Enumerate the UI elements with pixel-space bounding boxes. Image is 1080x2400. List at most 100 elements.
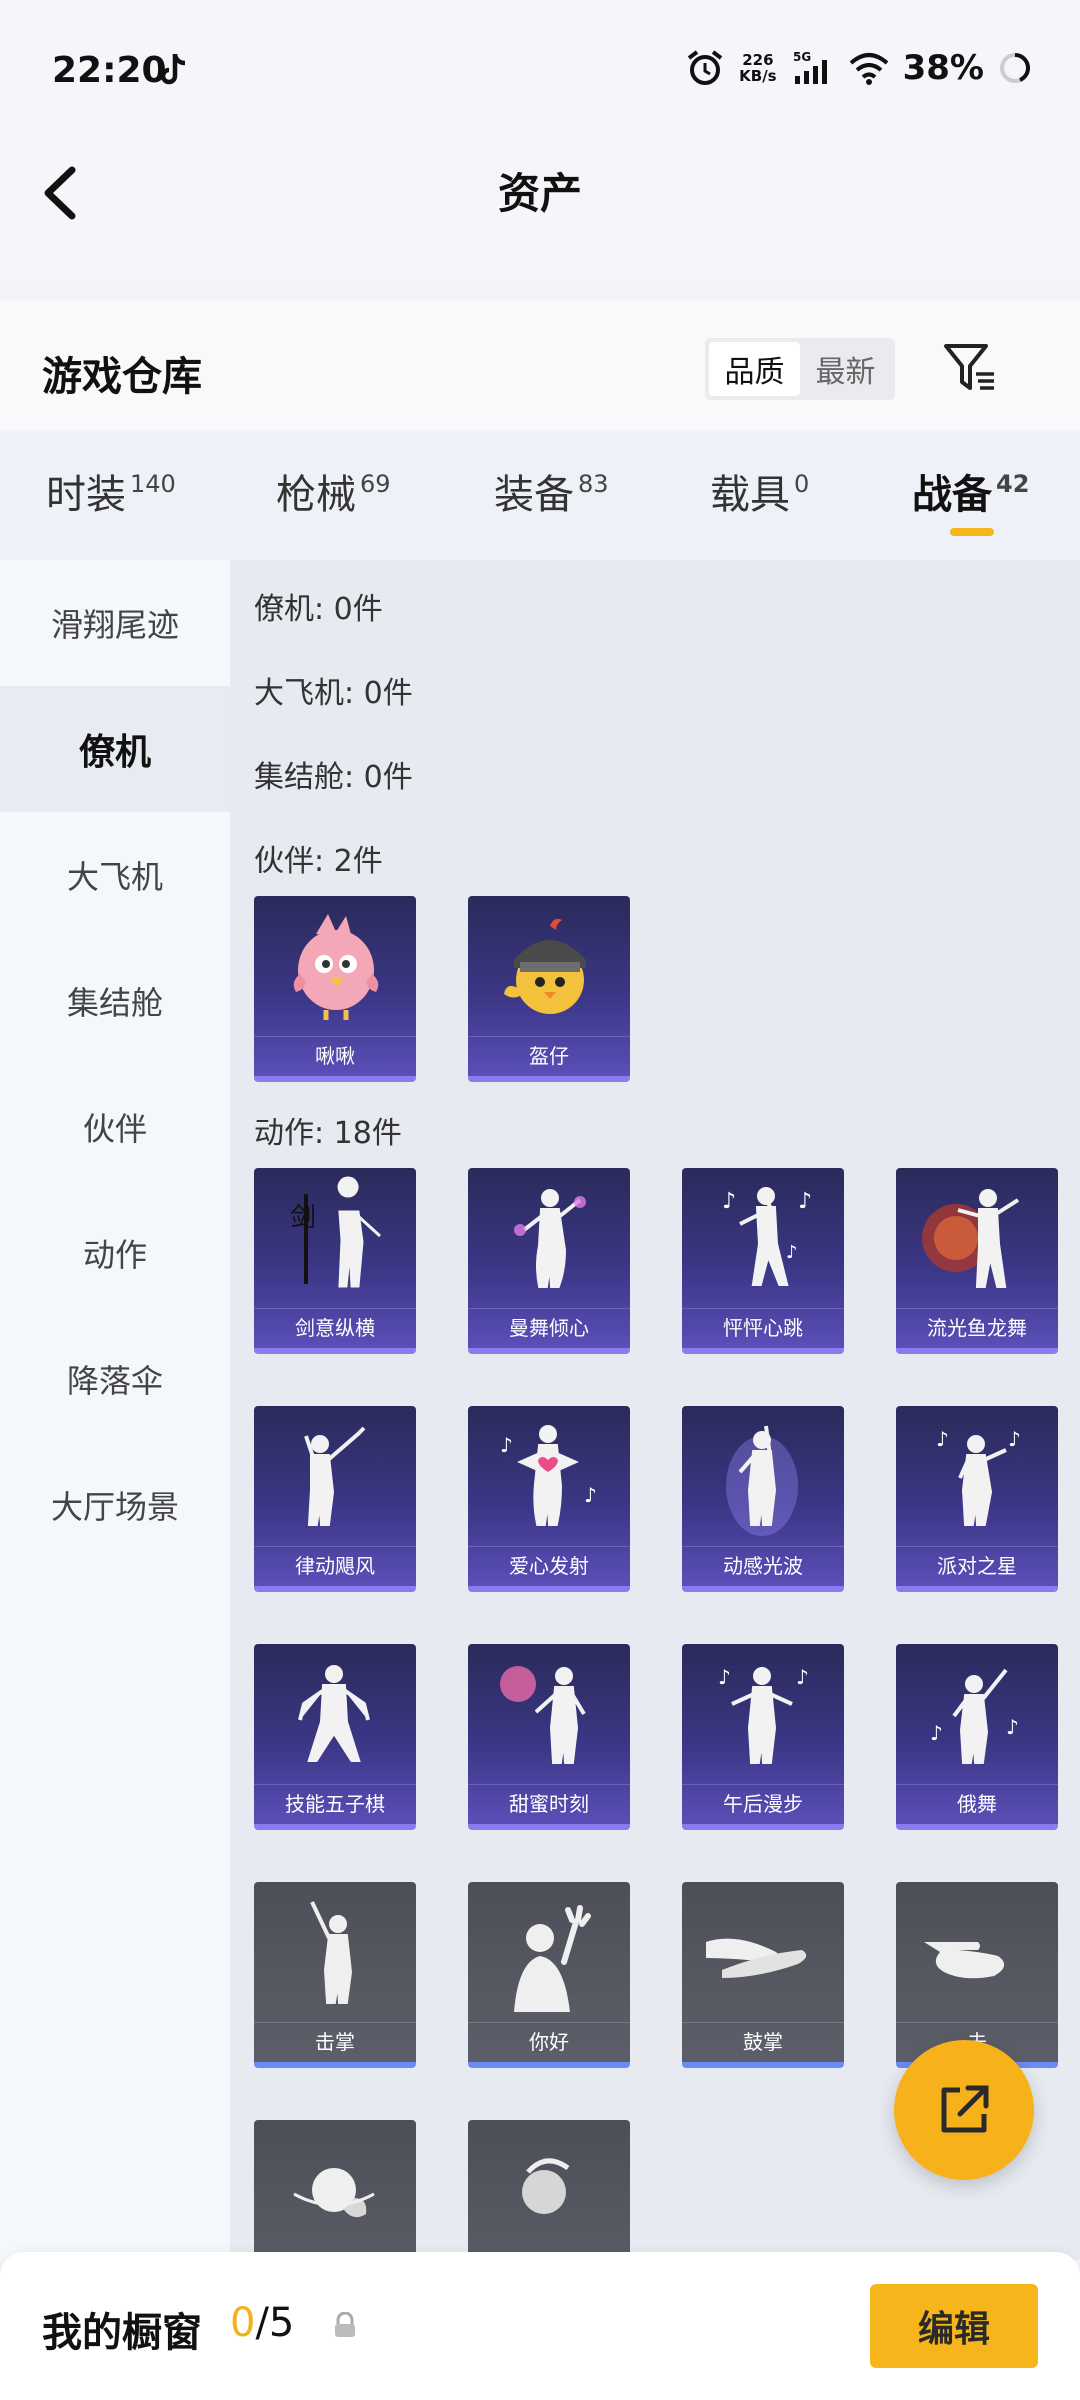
dancer-dragon-icon [922,1189,1020,1288]
emote-card[interactable]: 技能五子棋 [254,1644,416,1830]
active-tab-indicator [950,528,994,536]
emote-card[interactable] [468,2120,630,2260]
showcase-count: 0/5 [230,2300,295,2346]
emote-card[interactable]: 动感光波 [682,1406,844,1592]
svg-text:♪: ♪ [500,1433,513,1457]
emote-label: 派对之星 [896,1546,1058,1582]
sidebar-item-glide-trail[interactable]: 滑翔尾迹 [0,560,230,686]
filter-icon[interactable] [940,338,1000,398]
partner-label: 啾啾 [254,1036,416,1072]
pointing-hand-icon [924,1942,1005,1979]
emote-card[interactable]: 流光鱼龙舞 [896,1168,1058,1354]
section-wingman: 僚机: 0件 [254,592,383,627]
dancer-sway-icon [514,1189,586,1288]
warehouse-title: 游戏仓库 [42,354,202,400]
emote-card[interactable]: ♪ ♪ 派对之星 [896,1406,1058,1592]
wave-hello-icon [514,1905,591,2012]
svg-text:♪: ♪ [930,1721,943,1745]
sidebar: 滑翔尾迹 僚机 大飞机 集结舱 伙伴 动作 降落伞 大厅场景 [0,560,230,2260]
section-partner: 伙伴: 2件 [254,844,383,879]
chick-helmet-icon [504,918,586,1014]
svg-text:♪: ♪ [584,1483,597,1507]
svg-text:♪: ♪ [936,1427,949,1451]
svg-text:♪: ♪ [722,1189,736,1214]
alarm-icon [687,50,723,85]
section-emote: 动作: 18件 [254,1116,402,1151]
emote-label: 怦怦心跳 [682,1308,844,1344]
sidebar-item-emote[interactable]: 动作 [0,1190,230,1316]
external-link-icon [941,2085,989,2133]
sidebar-item-big-plane[interactable]: 大飞机 [0,812,230,938]
dancer-point-up-icon [304,1426,366,1526]
battery-ring-icon [1000,53,1030,83]
dancer-heart-icon: ♪ ♪ [500,1425,597,1526]
tab-fashion[interactable]: 时装 140 [46,462,176,520]
emote-card[interactable]: 你好 [468,1882,630,2068]
sidebar-item-parachute[interactable]: 降落伞 [0,1316,230,1442]
dancer-russian-icon: ♪ ♪ [930,1668,1019,1764]
dancer-sweet-icon [500,1666,586,1764]
svg-text:5G: 5G [793,50,811,64]
sort-quality-button[interactable]: 品质 [709,342,800,396]
partner-card[interactable]: 盔仔 [468,896,630,1082]
emote-card[interactable]: 鼓掌 [682,1882,844,2068]
emote-card[interactable]: ♪ ♪ ♪ 怦怦心跳 [682,1168,844,1354]
emote-card[interactable]: ♪ ♪ 爱心发射 [468,1406,630,1592]
category-tabs: 时装 140 枪械 69 装备 83 载具 0 战备 42 [0,432,1080,560]
partner-card[interactable]: 啾啾 [254,896,416,1082]
item-grid-area: 僚机: 0件 大飞机: 0件 集结舱: 0件 伙伴: 2件 啾啾 盔仔 动作: … [230,560,1080,2260]
sort-newest-button[interactable]: 最新 [800,342,891,396]
sidebar-item-partner[interactable]: 伙伴 [0,1064,230,1190]
network-speed: 226 KB/s [739,51,777,85]
status-time: 22:20 [52,50,167,91]
sort-toggle: 品质 最新 [705,338,895,400]
head-spin-icon [293,2168,375,2218]
header: 资产 [0,140,1080,280]
svg-text:♪: ♪ [718,1665,731,1689]
tab-weapons[interactable]: 枪械 69 [276,462,391,520]
head-turn-icon [522,2158,570,2214]
tab-vehicles[interactable]: 载具 0 [710,462,809,520]
sidebar-item-lobby-scene[interactable]: 大厅场景 [0,1442,230,1568]
tiktok-icon [160,54,186,85]
sidebar-item-rally-pod[interactable]: 集结舱 [0,938,230,1064]
emote-card[interactable]: 甜蜜时刻 [468,1644,630,1830]
tab-war-prep[interactable]: 战备 42 [912,462,1029,520]
share-fab[interactable] [894,2040,1034,2180]
emote-card[interactable] [254,2120,416,2260]
emote-card[interactable]: 剑 剑意纵横 [254,1168,416,1354]
emote-label: 曼舞倾心 [468,1308,630,1344]
warehouse-header: 游戏仓库 品质 最新 [0,300,1080,430]
dancer-sword-icon: 剑 [290,1176,382,1288]
emote-label: 俄舞 [896,1784,1058,1820]
svg-text:♪: ♪ [798,1189,812,1214]
section-rally-pod: 集结舱: 0件 [254,760,413,795]
battery-percent: 38% [902,48,984,88]
emote-label: 甜蜜时刻 [468,1784,630,1820]
emote-card[interactable]: 律动飓风 [254,1406,416,1592]
emote-label: 技能五子棋 [254,1784,416,1820]
emote-card[interactable]: ♪ ♪ 俄舞 [896,1644,1058,1830]
svg-text:♪: ♪ [1006,1715,1019,1739]
dancer-heartbeat-icon: ♪ ♪ ♪ [722,1187,812,1286]
emote-card[interactable]: 曼舞倾心 [468,1168,630,1354]
wifi-icon [849,53,888,85]
emote-label: 爱心发射 [468,1546,630,1582]
sidebar-item-wingman[interactable]: 僚机 [0,686,230,812]
emote-card[interactable]: 击掌 [254,1882,416,2068]
emote-card[interactable]: 去 [896,1882,1058,2068]
partner-label: 盔仔 [468,1036,630,1072]
emote-label: 律动飓风 [254,1546,416,1582]
showcase-bar: 我的橱窗 0/5 编辑 [0,2252,1080,2400]
emote-card[interactable]: ♪ ♪ 午后漫步 [682,1644,844,1830]
emote-label: 鼓掌 [682,2022,844,2058]
svg-text:♪: ♪ [796,1665,809,1689]
clapping-hands-icon [706,1938,807,1978]
edit-button[interactable]: 编辑 [870,2284,1038,2368]
emote-label: 剑意纵横 [254,1308,416,1344]
dancer-squat-icon [298,1665,370,1762]
emote-label: 动感光波 [682,1546,844,1582]
dancer-party-icon: ♪ ♪ [936,1427,1021,1526]
high-five-pose-icon [310,1901,353,2004]
tab-equipment[interactable]: 装备 83 [494,462,609,520]
